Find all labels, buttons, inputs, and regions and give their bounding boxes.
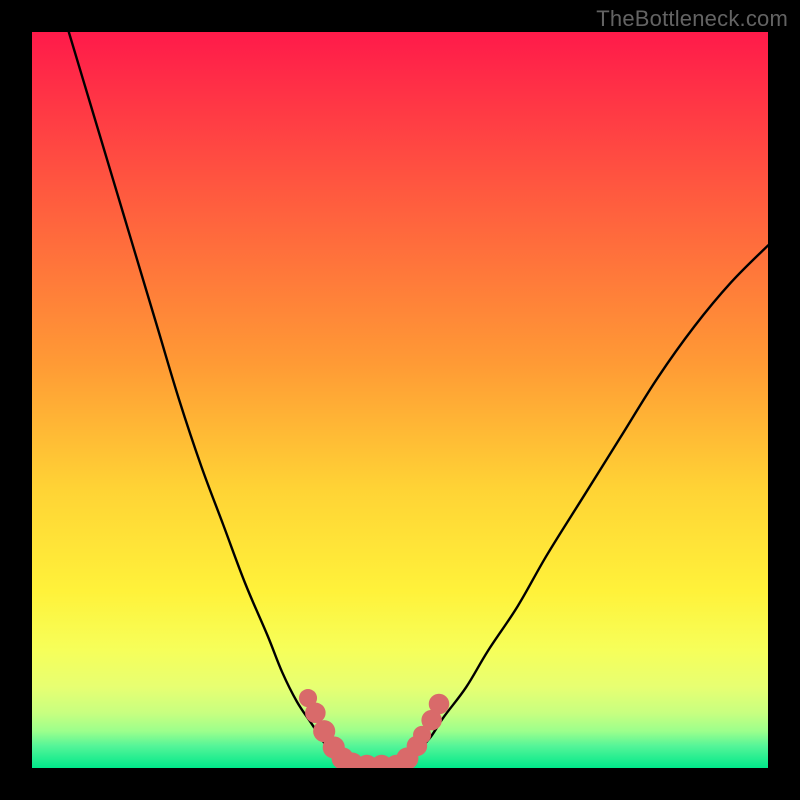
watermark-label: TheBottleneck.com	[596, 6, 788, 32]
chart-background	[32, 32, 768, 768]
chart-plot-area	[32, 32, 768, 768]
chart-svg	[32, 32, 768, 768]
marker-dot	[429, 694, 450, 715]
marker-dot	[305, 703, 326, 724]
